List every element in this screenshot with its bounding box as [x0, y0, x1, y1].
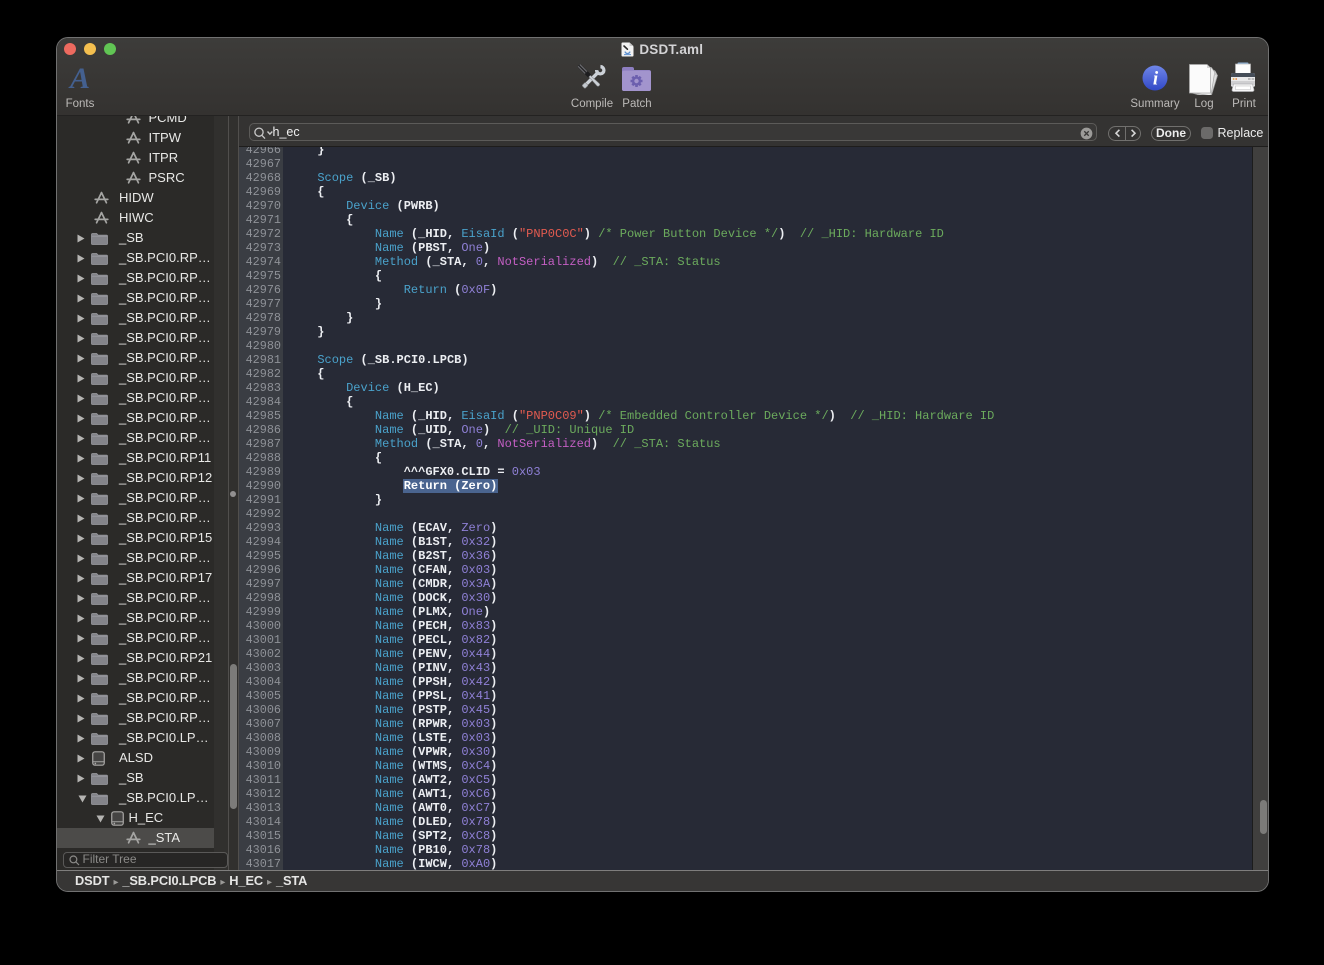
svg-text:i: i [1153, 69, 1159, 90]
